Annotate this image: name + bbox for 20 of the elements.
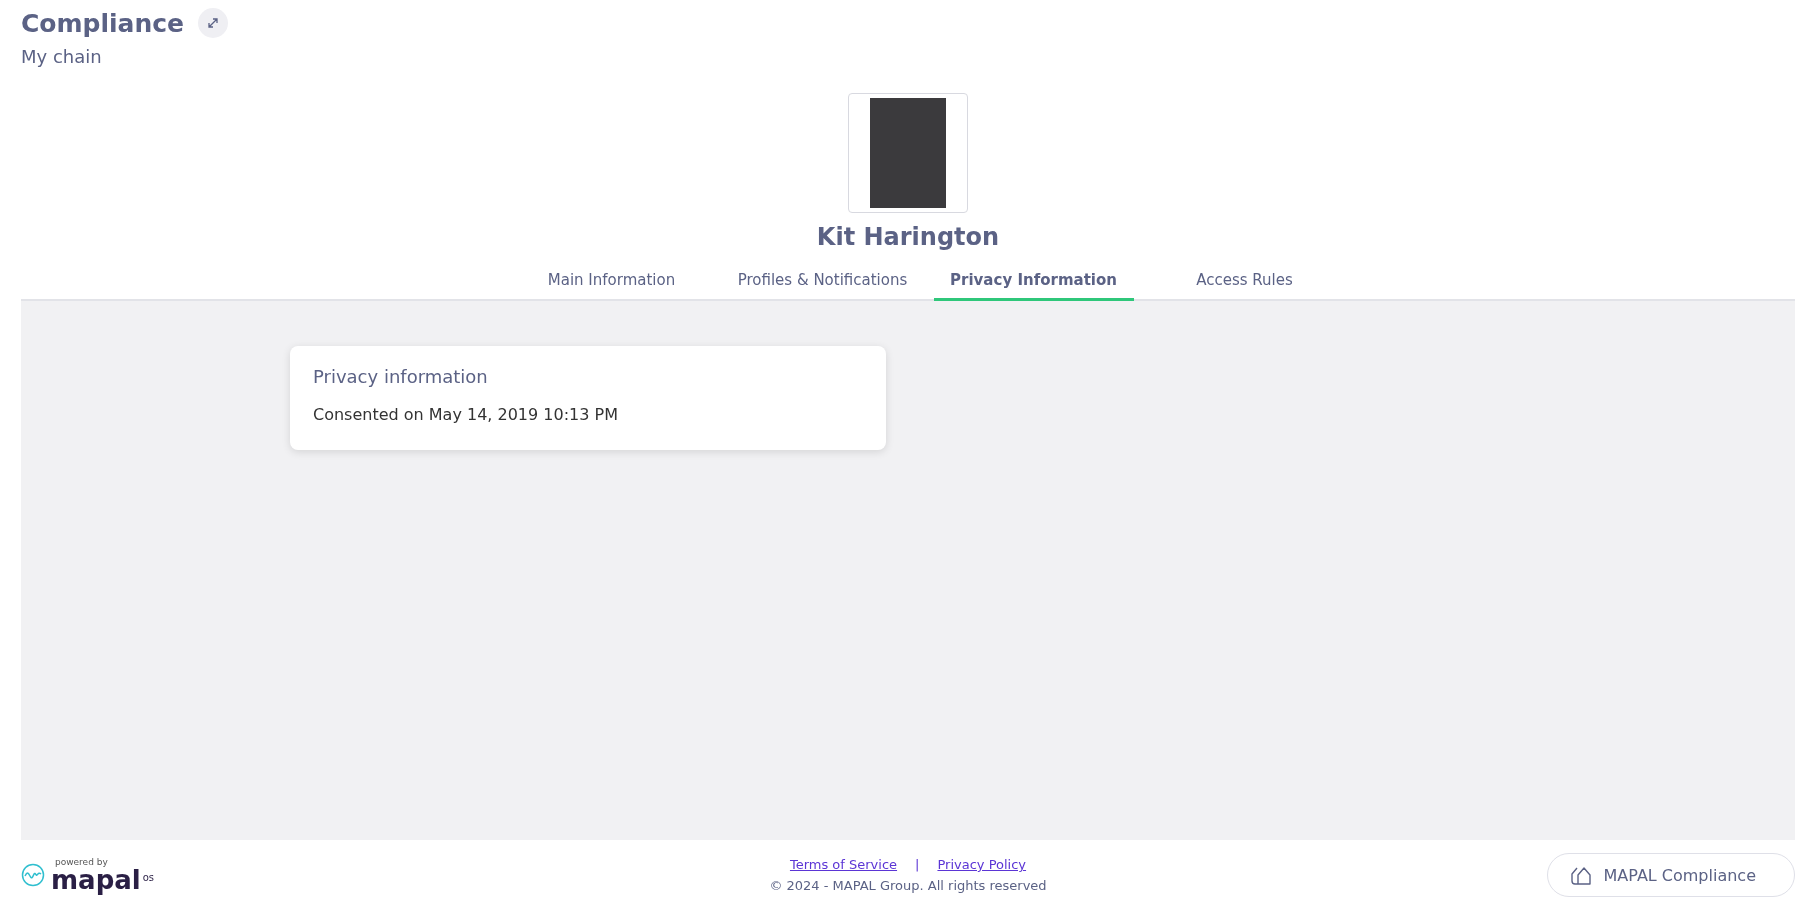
house-icon — [1569, 864, 1594, 886]
app-button[interactable]: MAPAL Compliance — [1546, 853, 1795, 897]
card-title: Privacy information — [313, 366, 489, 387]
logo-wordmark: mapal — [51, 867, 141, 893]
link-separator: | — [915, 857, 920, 872]
expand-button[interactable] — [198, 8, 229, 38]
consent-text: Consented on May 14, 2019 10:13 PM — [313, 405, 619, 424]
logo-suffix: os — [142, 872, 155, 883]
expand-icon — [206, 16, 221, 30]
copyright-text: © 2024 - MAPAL Group. All rights reserved — [769, 878, 1047, 893]
footer-link[interactable]: Terms of Service — [789, 857, 898, 872]
page-subtitle: My chain — [21, 46, 103, 67]
footer-link[interactable]: Privacy Policy — [937, 857, 1027, 872]
tab[interactable]: Profiles & Notifications — [722, 261, 923, 301]
wave-logo-icon — [21, 863, 45, 887]
tab[interactable]: Access Rules — [1144, 261, 1345, 301]
page-title: Compliance — [21, 8, 185, 38]
tab[interactable]: Main Information — [511, 261, 712, 301]
profile-name: Kit Harington — [816, 223, 1000, 251]
logo-tagline: powered by — [55, 857, 109, 867]
